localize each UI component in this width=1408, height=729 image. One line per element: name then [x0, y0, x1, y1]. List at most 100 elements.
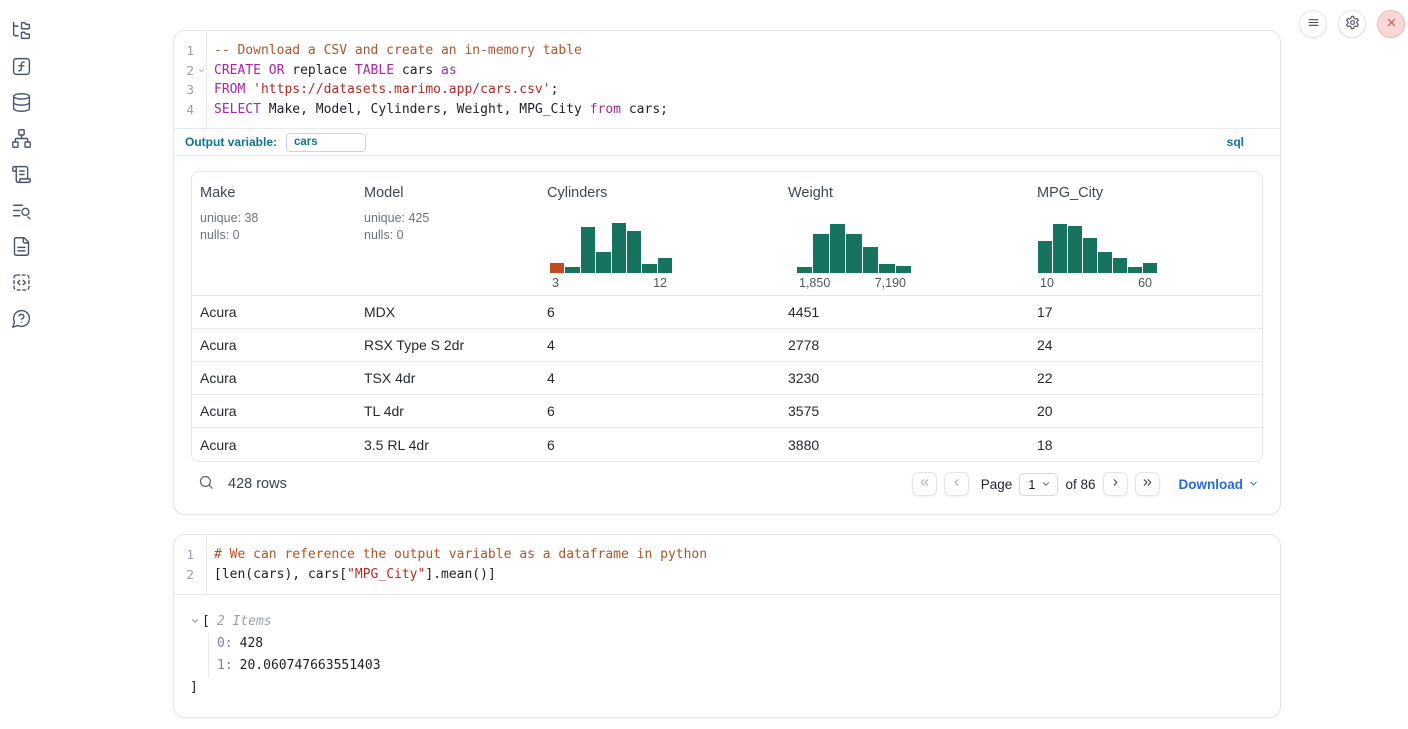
histogram-min-label: 3 [552, 276, 559, 290]
histogram-bar [830, 224, 845, 273]
list-open-bracket: [ [202, 611, 210, 633]
sidebar-item-file-explorer[interactable] [10, 20, 33, 43]
line-number: 2 [186, 565, 206, 585]
column-stats: unique: 425 nulls: 0 [364, 211, 429, 242]
column-histogram: 1060 [1038, 221, 1157, 290]
table-cell: 22 [1037, 370, 1262, 386]
histogram-bar [1068, 226, 1082, 273]
first-page-button[interactable] [912, 472, 937, 496]
table-cell: 4 [547, 370, 788, 386]
list-item-index: 1: [217, 658, 233, 673]
column-stat: unique: 425 [364, 211, 429, 225]
list-item: 0:428 [217, 633, 1264, 656]
prev-page-button[interactable] [944, 472, 969, 496]
language-badge: sql [1227, 135, 1244, 149]
table-cell: TL 4dr [364, 403, 547, 419]
histogram-bar [1038, 241, 1052, 273]
table-cell: Acura [200, 437, 364, 453]
page-total-label: of 86 [1065, 477, 1095, 492]
sidebar-item-dependencies[interactable] [10, 128, 33, 151]
column-header-mpg_city[interactable]: MPG_City1060 [1037, 172, 1262, 295]
chat-question-icon [11, 308, 32, 332]
chevron-down-icon [1041, 477, 1051, 492]
chevrons-left-icon [918, 476, 931, 492]
last-page-button[interactable] [1135, 472, 1160, 496]
menu-button[interactable] [1299, 10, 1327, 38]
column-title: Weight [788, 185, 833, 201]
histogram-bar [863, 247, 878, 273]
sql-code-editor[interactable]: 1-- Download a CSV and create an in-memo… [174, 31, 1280, 128]
sidebar-item-help[interactable] [10, 308, 33, 331]
dataframe-table: Makeunique: 38nulls: 0Modelunique: 425nu… [191, 171, 1263, 462]
search-button[interactable] [193, 471, 219, 497]
sidebar-item-snippets[interactable] [10, 272, 33, 295]
table-cell: 3.5 RL 4dr [364, 437, 547, 453]
close-icon [1384, 15, 1399, 33]
page-label: Page [981, 477, 1013, 492]
code-line[interactable]: 4SELECT Make, Model, Cylinders, Weight, … [174, 100, 1280, 120]
table-cell: 2778 [788, 337, 1037, 353]
table-row[interactable]: Acura3.5 RL 4dr6388018 [192, 428, 1262, 461]
table-row[interactable]: AcuraTSX 4dr4323022 [192, 362, 1262, 395]
histogram-bar [1083, 238, 1097, 273]
column-histogram: 312 [550, 221, 672, 290]
table-cell: TSX 4dr [364, 370, 547, 386]
code-line[interactable]: 3FROM 'https://datasets.marimo.app/cars.… [174, 80, 1280, 100]
list-items: 0:4281:20.060747663551403 [208, 633, 1264, 678]
table-cell: 4 [547, 337, 788, 353]
python-code-editor[interactable]: 1# We can reference the output variable … [174, 535, 1280, 594]
code-line[interactable]: 1# We can reference the output variable … [174, 545, 1280, 565]
column-header-cylinders[interactable]: Cylinders 312 [547, 172, 788, 295]
shutdown-button[interactable] [1377, 10, 1405, 38]
code-text: CREATE OR replace TABLE cars as [206, 61, 457, 81]
tree-collapse-toggle[interactable] [190, 614, 202, 629]
table-cell: 17 [1037, 304, 1262, 320]
column-stats: unique: 38nulls: 0 [200, 211, 258, 242]
histogram-bar [813, 234, 828, 273]
histogram-bar [846, 234, 861, 273]
scroll-icon [11, 164, 32, 188]
code-square-icon [11, 272, 32, 296]
pagination: Page 1 of 86 [912, 472, 1160, 496]
output-variable-input[interactable] [286, 133, 366, 152]
sidebar-item-logs[interactable] [10, 200, 33, 223]
sidebar-item-datasources[interactable] [10, 92, 33, 115]
page-select[interactable]: 1 [1019, 473, 1058, 496]
histogram-bar [896, 266, 911, 273]
next-page-button[interactable] [1103, 472, 1128, 496]
column-header-weight[interactable]: Weight1,8507,190 [788, 172, 1037, 295]
table-footer: 428 rows Page 1 of 86 Download [191, 469, 1263, 499]
histogram-bar [550, 263, 564, 273]
histogram-min-label: 10 [1040, 276, 1054, 290]
column-header-model[interactable]: Modelunique: 425nulls: 0 [364, 172, 547, 295]
column-title: Cylinders [547, 185, 607, 201]
table-row[interactable]: AcuraTL 4dr6357520 [192, 395, 1262, 428]
chevron-right-icon [1109, 476, 1122, 492]
table-cell: 6 [547, 437, 788, 453]
table-cell: 3880 [788, 437, 1037, 453]
column-header-make[interactable]: Makeunique: 38nulls: 0 [200, 172, 364, 295]
histogram-bar [627, 231, 641, 273]
settings-button[interactable] [1338, 10, 1366, 38]
line-number: 4 [186, 100, 206, 120]
table-cell: Acura [200, 337, 364, 353]
table-cell: 3575 [788, 403, 1037, 419]
table-row[interactable]: AcuraRSX Type S 2dr4277824 [192, 329, 1262, 362]
column-stat: nulls: 0 [364, 228, 429, 242]
sidebar-item-variables[interactable] [10, 56, 33, 79]
code-text: FROM 'https://datasets.marimo.app/cars.c… [206, 80, 558, 100]
download-button[interactable]: Download [1179, 477, 1260, 492]
histogram-bar [565, 267, 579, 273]
sidebar-item-scratchpad[interactable] [10, 164, 33, 187]
code-line[interactable]: 2[len(cars), cars["MPG_City"].mean()] [174, 565, 1280, 585]
histogram-bar [797, 267, 812, 273]
table-row[interactable]: AcuraMDX6445117 [192, 296, 1262, 329]
chevron-down-icon [190, 614, 200, 629]
folder-tree-icon [11, 20, 32, 44]
notebook-actions [1299, 10, 1405, 38]
sidebar-item-documentation[interactable] [10, 236, 33, 259]
fold-chevron-icon[interactable] [197, 66, 206, 75]
code-line[interactable]: 2CREATE OR replace TABLE cars as [174, 61, 1280, 81]
line-number: 1 [186, 545, 206, 565]
code-line[interactable]: 1-- Download a CSV and create an in-memo… [174, 41, 1280, 61]
